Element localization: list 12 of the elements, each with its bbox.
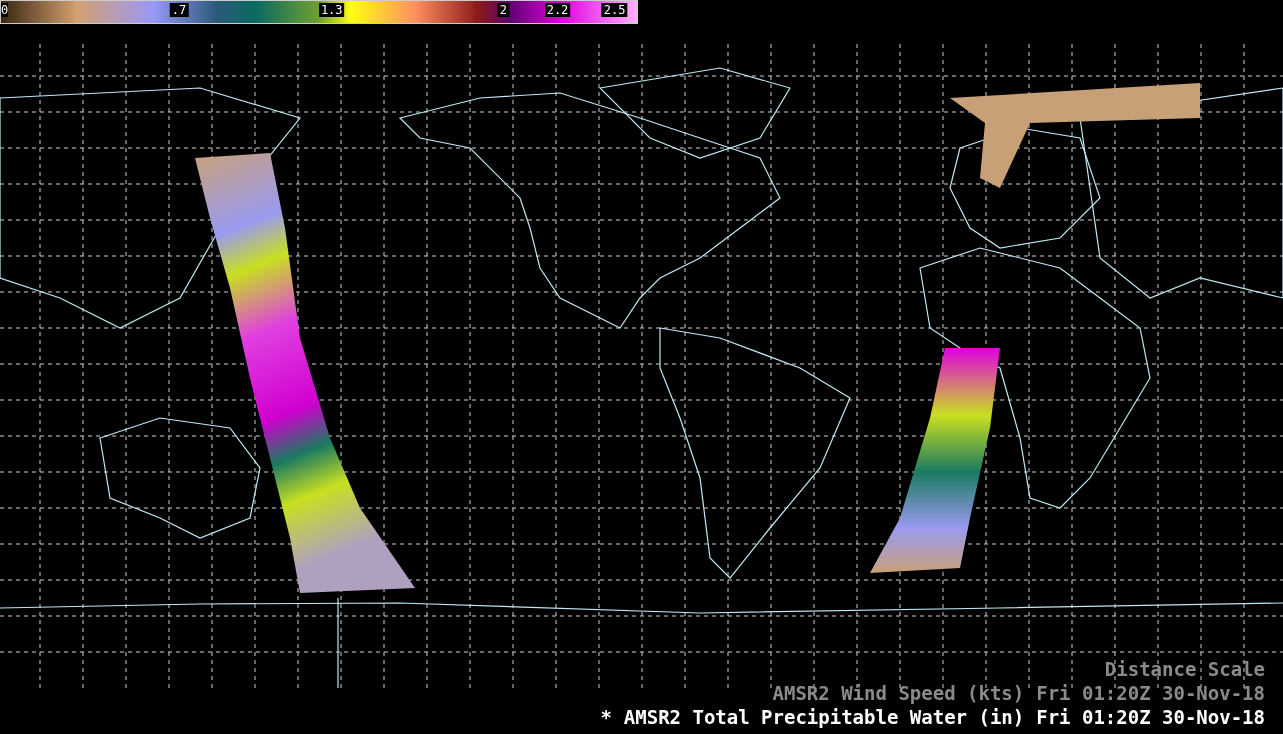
active-layer-marker: *	[600, 706, 612, 728]
scale-tick-label: 2.2	[544, 3, 571, 17]
layer-time: Fri 01:20Z 30-Nov-18	[1036, 682, 1265, 704]
layer-label[interactable]: AMSR2 Wind Speed (kts)	[772, 682, 1025, 704]
scale-tick-label: 2.5	[601, 3, 628, 17]
layer-label[interactable]: AMSR2 Total Precipitable Water (in)	[623, 706, 1025, 728]
scale-tick-label: 2	[497, 3, 510, 17]
scale-tick-label: 1.3	[318, 3, 345, 17]
layer-label[interactable]: Distance Scale	[1104, 658, 1265, 680]
layer-time: Fri 01:20Z 30-Nov-18	[1036, 706, 1265, 728]
scale-tick-label: .7	[169, 3, 189, 17]
scale-tick-label: 0	[1, 3, 9, 17]
